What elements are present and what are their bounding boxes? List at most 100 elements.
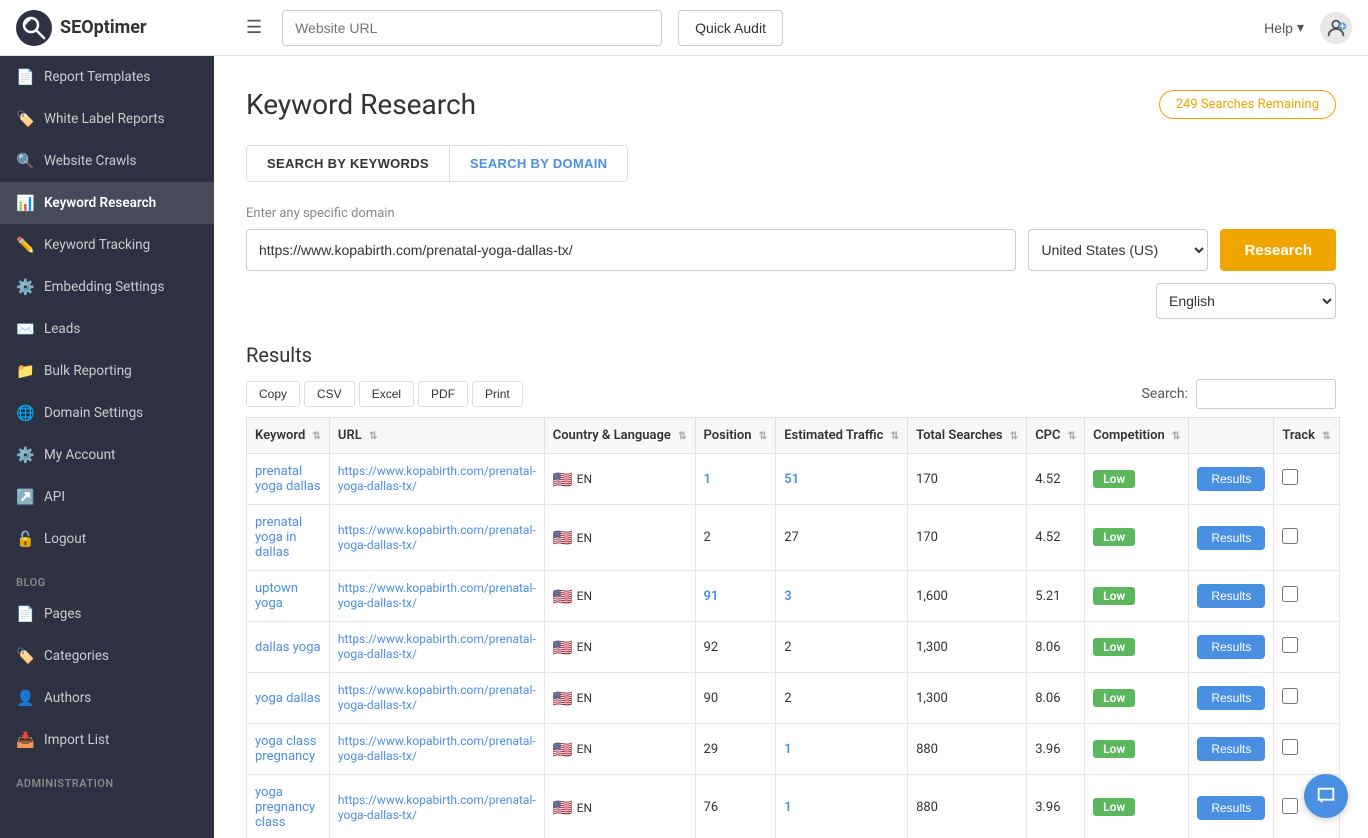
url-link-1[interactable]: https://www.kopabirth.com/prenatal-yoga-… <box>338 523 536 552</box>
sidebar-item-logout[interactable]: 🔓Logout <box>0 518 214 560</box>
cell-url-0: https://www.kopabirth.com/prenatal-yoga-… <box>329 454 544 505</box>
results-button-6[interactable]: Results <box>1197 796 1265 820</box>
keyword-link-1[interactable]: prenatal yoga in dallas <box>255 515 302 560</box>
track-checkbox-6[interactable] <box>1282 798 1298 814</box>
tab-search-by-keywords[interactable]: SEARCH BY KEYWORDS <box>247 146 450 181</box>
domain-input[interactable] <box>246 229 1016 271</box>
sidebar-item-website-crawls[interactable]: 🔍Website Crawls <box>0 140 214 182</box>
sidebar-item-categories[interactable]: 🏷️Categories <box>0 635 214 677</box>
table-search-input[interactable] <box>1196 379 1336 409</box>
sidebar-item-authors[interactable]: 👤Authors <box>0 677 214 719</box>
cell-results-btn-1: Results <box>1189 505 1274 571</box>
sidebar-item-white-label-reports[interactable]: 🏷️White Label Reports <box>0 98 214 140</box>
col-keyword[interactable]: Keyword ⇅ <box>247 418 330 454</box>
cell-url-3: https://www.kopabirth.com/prenatal-yoga-… <box>329 622 544 673</box>
url-link-4[interactable]: https://www.kopabirth.com/prenatal-yoga-… <box>338 683 536 712</box>
chat-bubble[interactable] <box>1304 774 1348 818</box>
track-checkbox-3[interactable] <box>1282 637 1298 653</box>
url-link-3[interactable]: https://www.kopabirth.com/prenatal-yoga-… <box>338 632 536 661</box>
col-country-lang[interactable]: Country & Language ⇅ <box>544 418 695 454</box>
track-checkbox-0[interactable] <box>1282 469 1298 485</box>
excel-button[interactable]: Excel <box>359 381 414 407</box>
results-button-4[interactable]: Results <box>1197 686 1265 710</box>
help-button[interactable]: Help ▾ <box>1264 19 1304 36</box>
user-avatar[interactable] <box>1320 12 1352 44</box>
sidebar-item-keyword-tracking[interactable]: ✏️Keyword Tracking <box>0 224 214 266</box>
cell-keyword-1: prenatal yoga in dallas <box>247 505 330 571</box>
keyword-link-3[interactable]: dallas yoga <box>255 640 321 655</box>
results-button-2[interactable]: Results <box>1197 584 1265 608</box>
quick-audit-button[interactable]: Quick Audit <box>678 10 783 46</box>
col-estimated-traffic[interactable]: Estimated Traffic ⇅ <box>776 418 908 454</box>
col-total-searches[interactable]: Total Searches ⇅ <box>908 418 1027 454</box>
hamburger-button[interactable]: ☰ <box>242 13 266 42</box>
competition-badge-2: Low <box>1093 587 1135 605</box>
keyword-research-icon: 📊 <box>16 194 34 212</box>
pdf-button[interactable]: PDF <box>418 381 468 407</box>
sidebar-label-authors: Authors <box>44 690 91 706</box>
track-checkbox-2[interactable] <box>1282 586 1298 602</box>
sidebar-item-embedding-settings[interactable]: ⚙️Embedding Settings <box>0 266 214 308</box>
keyword-link-0[interactable]: prenatal yoga dallas <box>255 464 321 494</box>
results-button-3[interactable]: Results <box>1197 635 1265 659</box>
col-url[interactable]: URL ⇅ <box>329 418 544 454</box>
table-row: yoga dallas https://www.kopabirth.com/pr… <box>247 673 1340 724</box>
col-position[interactable]: Position ⇅ <box>695 418 776 454</box>
track-checkbox-5[interactable] <box>1282 739 1298 755</box>
searches-value-4: 1,300 <box>916 691 948 706</box>
url-link-5[interactable]: https://www.kopabirth.com/prenatal-yoga-… <box>338 734 536 763</box>
url-link-0[interactable]: https://www.kopabirth.com/prenatal-yoga-… <box>338 464 536 493</box>
url-link-2[interactable]: https://www.kopabirth.com/prenatal-yoga-… <box>338 581 536 610</box>
sidebar-item-api[interactable]: ↗️API <box>0 476 214 518</box>
sidebar-label-api: API <box>44 489 65 505</box>
cell-competition-2: Low <box>1085 571 1189 622</box>
sort-track-icon: ⇅ <box>1322 431 1330 442</box>
sidebar-item-domain-settings[interactable]: 🌐Domain Settings <box>0 392 214 434</box>
research-button[interactable]: Research <box>1220 229 1336 271</box>
sidebar-item-import-list[interactable]: 📥Import List <box>0 719 214 761</box>
col-competition[interactable]: Competition ⇅ <box>1085 418 1189 454</box>
keyword-link-5[interactable]: yoga class pregnancy <box>255 734 317 764</box>
import-list-icon: 📥 <box>16 731 34 749</box>
cell-traffic-1: 27 <box>776 505 908 571</box>
sidebar-item-keyword-research[interactable]: 📊Keyword Research <box>0 182 214 224</box>
cell-cpc-0: 4.52 <box>1027 454 1085 505</box>
language-select[interactable]: English Spanish French German <box>1156 283 1336 319</box>
results-button-0[interactable]: Results <box>1197 467 1265 491</box>
keyword-link-2[interactable]: uptown yoga <box>255 581 298 611</box>
sidebar-label-categories: Categories <box>44 648 109 664</box>
sidebar-item-pages[interactable]: 📄Pages <box>0 593 214 635</box>
website-url-input[interactable] <box>282 10 662 46</box>
sidebar-item-my-account[interactable]: ⚙️My Account <box>0 434 214 476</box>
lang-text-0: EN <box>577 472 592 486</box>
sidebar-label-white-label-reports: White Label Reports <box>44 111 165 127</box>
keyword-link-4[interactable]: yoga dallas <box>255 691 321 706</box>
search-row: United States (US) United Kingdom (UK) C… <box>246 229 1336 271</box>
col-track[interactable]: Track ⇅ <box>1274 418 1339 454</box>
cpc-value-1: 4.52 <box>1035 530 1060 545</box>
results-button-1[interactable]: Results <box>1197 526 1265 550</box>
cell-competition-0: Low <box>1085 454 1189 505</box>
sidebar-item-leads[interactable]: ✉️Leads <box>0 308 214 350</box>
keyword-link-6[interactable]: yoga pregnancy class <box>255 785 315 830</box>
sidebar-item-bulk-reporting[interactable]: 📁Bulk Reporting <box>0 350 214 392</box>
url-link-6[interactable]: https://www.kopabirth.com/prenatal-yoga-… <box>338 793 536 822</box>
col-cpc[interactable]: CPC ⇅ <box>1027 418 1085 454</box>
sidebar-label-leads: Leads <box>44 321 80 337</box>
sidebar-item-report-templates[interactable]: 📄Report Templates <box>0 56 214 98</box>
track-checkbox-4[interactable] <box>1282 688 1298 704</box>
traffic-value-5: 1 <box>784 742 791 757</box>
track-checkbox-1[interactable] <box>1282 528 1298 544</box>
tab-search-by-domain[interactable]: SEARCH BY DOMAIN <box>450 146 627 181</box>
csv-button[interactable]: CSV <box>304 381 355 407</box>
country-select[interactable]: United States (US) United Kingdom (UK) C… <box>1028 229 1208 271</box>
cell-url-1: https://www.kopabirth.com/prenatal-yoga-… <box>329 505 544 571</box>
print-button[interactable]: Print <box>472 381 523 407</box>
position-value-3: 92 <box>704 640 719 655</box>
cpc-value-0: 4.52 <box>1035 472 1060 487</box>
cell-searches-3: 1,300 <box>908 622 1027 673</box>
results-button-5[interactable]: Results <box>1197 737 1265 761</box>
copy-button[interactable]: Copy <box>246 381 300 407</box>
cell-cpc-1: 4.52 <box>1027 505 1085 571</box>
cell-searches-2: 1,600 <box>908 571 1027 622</box>
